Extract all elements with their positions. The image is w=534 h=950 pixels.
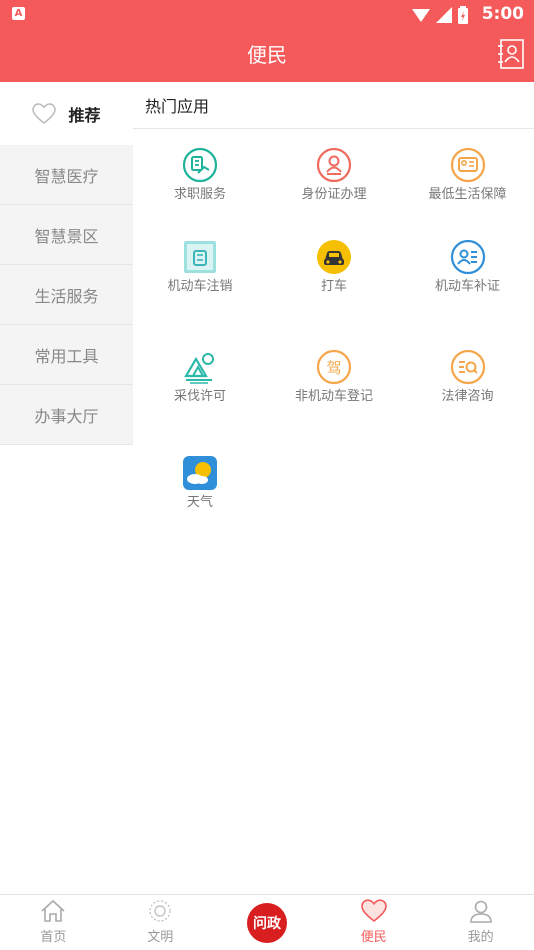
app-label: 身份证办理 (301, 187, 367, 202)
app-label: 法律咨询 (441, 389, 494, 404)
nav-label: 我的 (467, 930, 494, 945)
sidebar-item-label: 生活服务 (34, 286, 99, 306)
status-bar: A 5:00 (0, 0, 534, 28)
nav-home[interactable]: 首页 (0, 895, 107, 950)
app-id-card[interactable]: 身份证办理 (267, 129, 401, 239)
weather-icon (183, 456, 217, 490)
sidebar-item-label: 智慧医疗 (34, 166, 99, 186)
notification-indicator: A (12, 7, 25, 20)
legal-icon (450, 349, 485, 385)
job-icon (182, 147, 218, 183)
battery-icon (458, 6, 468, 24)
nav-label: 便民 (360, 930, 387, 945)
sidebar-item-recommend[interactable]: 推荐 (0, 82, 133, 145)
app-grid: 求职服务 身份证办理 最低生活保障 机动车注销 打车 机动车补证 采伐许可 驾 … (133, 129, 534, 565)
non-motor-icon: 驾 (316, 349, 352, 385)
app-job-service[interactable]: 求职服务 (133, 129, 267, 239)
nav-label: 首页 (40, 930, 67, 945)
status-time: 5:00 (481, 4, 524, 24)
section-title: 热门应用 (133, 82, 534, 129)
logging-icon (184, 353, 214, 384)
signal-icon (436, 7, 452, 23)
status-icons (412, 6, 468, 24)
app-weather[interactable]: 天气 (133, 455, 267, 565)
app-legal-consult[interactable]: 法律咨询 (401, 349, 534, 455)
nav-label: 文明 (147, 930, 174, 945)
taxi-icon (317, 240, 351, 274)
wifi-icon (412, 9, 430, 22)
app-taxi[interactable]: 打车 (267, 239, 401, 349)
nav-convenience[interactable]: 便民 (320, 895, 427, 950)
vehicle-cancel-icon (184, 241, 216, 273)
sidebar-item-label: 智慧景区 (34, 226, 99, 246)
app-label: 机动车补证 (434, 279, 500, 294)
app-bar: 便民 (0, 28, 534, 82)
wenzheng-icon: 问政 (246, 903, 287, 943)
sidebar-item-label: 推荐 (68, 105, 101, 125)
app-vehicle-cancel[interactable]: 机动车注销 (133, 239, 267, 349)
sidebar-item-scenic[interactable]: 智慧景区 (0, 205, 133, 265)
app-welfare[interactable]: 最低生活保障 (401, 129, 534, 239)
app-label: 求职服务 (173, 187, 226, 202)
svg-text:驾: 驾 (326, 359, 341, 377)
category-sidebar: 推荐 智慧医疗 智慧景区 生活服务 常用工具 办事大厅 (0, 82, 133, 445)
sidebar-item-life-service[interactable]: 生活服务 (0, 265, 133, 325)
sidebar-item-label: 办事大厅 (34, 406, 99, 426)
sidebar-item-medical[interactable]: 智慧医疗 (0, 145, 133, 205)
sidebar-item-tools[interactable]: 常用工具 (0, 325, 133, 385)
home-icon (41, 899, 65, 922)
page-title: 便民 (247, 43, 287, 67)
app-label: 采伐许可 (173, 389, 226, 404)
sidebar-item-service-hall[interactable]: 办事大厅 (0, 385, 133, 445)
contact-card-icon[interactable] (498, 39, 524, 69)
app-label: 最低生活保障 (428, 187, 507, 202)
vehicle-license-icon (450, 239, 485, 275)
app-label: 天气 (186, 495, 213, 510)
welfare-icon (450, 147, 485, 183)
id-card-icon (316, 147, 352, 183)
app-label: 非机动车登记 (294, 389, 373, 404)
heart-icon (32, 102, 57, 124)
person-icon (469, 900, 492, 923)
nav-wenzheng[interactable]: 问政 (214, 895, 321, 950)
civilization-icon (149, 900, 171, 922)
nav-civilization[interactable]: 文明 (107, 895, 214, 950)
heart-icon (360, 899, 387, 923)
app-label: 打车 (320, 279, 347, 294)
app-non-motor-register[interactable]: 驾 非机动车登记 (267, 349, 401, 455)
sidebar-item-label: 常用工具 (34, 346, 99, 366)
content-panel: 热门应用 求职服务 身份证办理 最低生活保障 机动车注销 打车 机动车补证 采伐… (133, 82, 534, 565)
bottom-nav: 首页 文明 问政 便民 我的 (0, 894, 534, 950)
app-vehicle-license[interactable]: 机动车补证 (401, 239, 534, 349)
app-logging-permit[interactable]: 采伐许可 (133, 349, 267, 455)
nav-profile[interactable]: 我的 (427, 895, 534, 950)
app-label: 机动车注销 (167, 279, 233, 294)
